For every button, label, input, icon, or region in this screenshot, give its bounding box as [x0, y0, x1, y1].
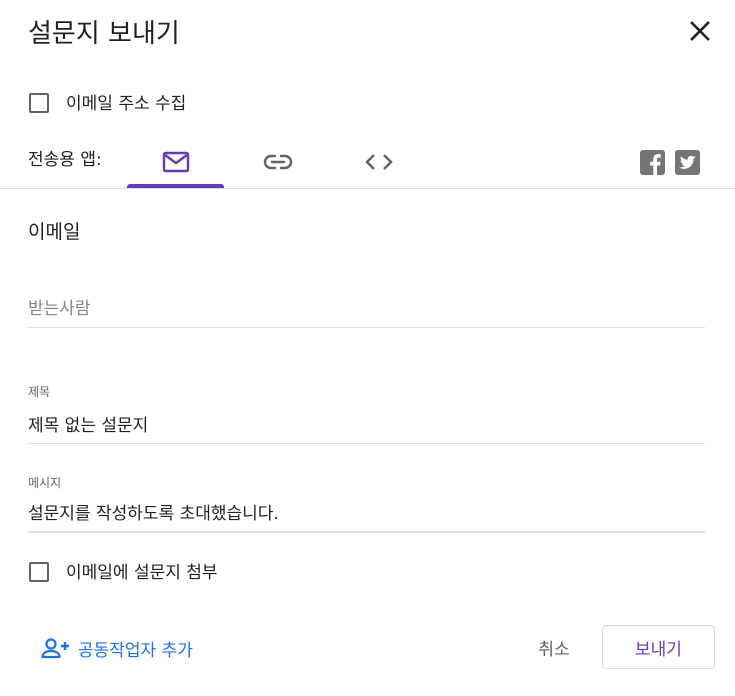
- close-button[interactable]: [686, 17, 714, 45]
- person-add-icon: [41, 638, 69, 659]
- collect-email-label: 이메일 주소 수집: [66, 94, 187, 114]
- message-input[interactable]: 설문지를 작성하도록 초대했습니다.: [28, 502, 704, 526]
- email-section-heading: 이메일: [28, 221, 81, 243]
- twitter-icon: [679, 155, 696, 169]
- share-twitter-button[interactable]: [675, 150, 700, 175]
- share-facebook-button[interactable]: [640, 150, 665, 175]
- subject-label: 제목: [28, 385, 51, 399]
- message-label: 메시지: [28, 476, 62, 490]
- code-icon: [364, 154, 393, 170]
- send-form-dialog: 설문지 보내기 이메일 주소 수집 전송용 앱: 이메일 받는사람 제목 제목 …: [0, 0, 735, 696]
- tabs-divider: [0, 188, 735, 189]
- include-form-checkbox[interactable]: [29, 562, 49, 582]
- cancel-button[interactable]: 취소: [523, 627, 585, 667]
- send-button[interactable]: 보내기: [602, 625, 715, 669]
- include-form-label: 이메일에 설문지 첨부: [66, 563, 218, 583]
- message-underline: [28, 531, 705, 533]
- add-collaborators-button[interactable]: 공동작업자 추가: [40, 630, 193, 666]
- mail-icon: [162, 151, 189, 173]
- close-icon: [690, 21, 710, 41]
- subject-input[interactable]: 제목 없는 설문지: [28, 414, 704, 438]
- recipients-underline: [28, 327, 705, 328]
- add-collaborators-label: 공동작업자 추가: [78, 640, 193, 661]
- tab-email[interactable]: [127, 136, 224, 188]
- link-icon: [263, 154, 292, 170]
- collect-email-checkbox[interactable]: [29, 93, 49, 113]
- send-via-label: 전송용 앱:: [28, 150, 102, 170]
- recipients-input[interactable]: [28, 297, 704, 321]
- dialog-title: 설문지 보내기: [28, 19, 180, 49]
- tab-embed[interactable]: [330, 136, 427, 188]
- facebook-icon: [650, 154, 661, 175]
- subject-underline: [28, 443, 705, 444]
- tab-link[interactable]: [229, 136, 326, 188]
